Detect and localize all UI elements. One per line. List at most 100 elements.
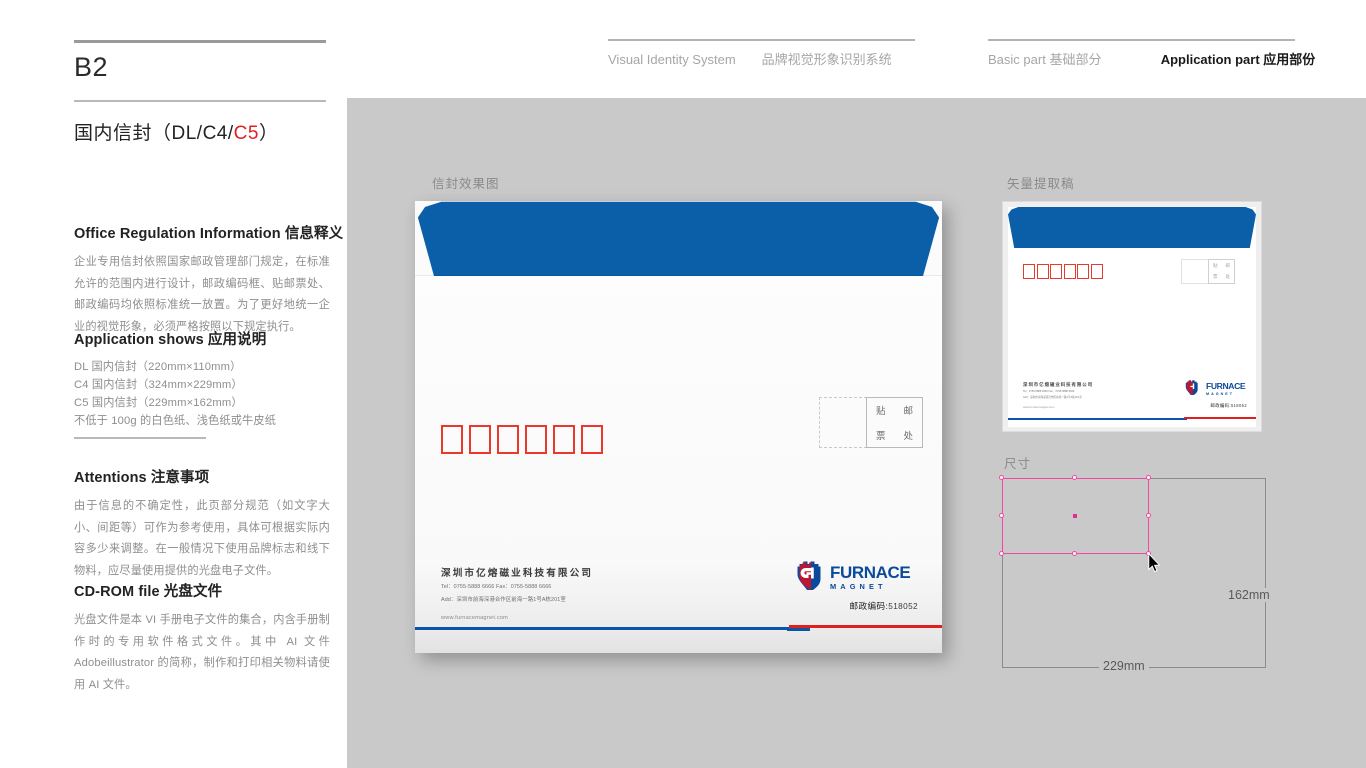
header-rule-right (988, 39, 1295, 41)
envelope-vector-extract: 贴 邮 票 处 深圳市亿熔磁业科技有限公司 Tel：0755-5888 6666… (1002, 201, 1262, 432)
page-code: B2 (74, 52, 109, 82)
bottom-rule-red (1184, 417, 1256, 419)
stamp-char: 邮 (903, 406, 913, 418)
tab-basic-part-cn[interactable]: 基础部分 (1049, 52, 1101, 67)
header-rule-left (608, 39, 915, 41)
company-website: www.furnacemagnet.com (1023, 405, 1055, 410)
page-title-prefix: 国内信封（DL/C4/ (74, 123, 234, 144)
postal-code-box (525, 425, 547, 454)
brand-name-sub: MAGNET (1206, 391, 1234, 396)
brand-name-main: FURNACE (830, 562, 911, 582)
stamp-char: 票 (1212, 274, 1218, 280)
anchor-point[interactable] (1072, 551, 1077, 556)
anchor-point[interactable] (1146, 475, 1151, 480)
header-system-cn: 品牌视觉形象识别系统 (761, 52, 892, 67)
bottom-rule-blue (1008, 418, 1187, 420)
tab-application-part-en[interactable]: Application part (1161, 52, 1260, 67)
postal-code-box (441, 425, 463, 454)
block-heading: Application shows 应用说明 (74, 332, 267, 348)
stamp-char: 票 (875, 430, 886, 442)
label-envelope-mockup: 信封效果图 (432, 177, 500, 191)
brand-name-main: FURNACE (1206, 381, 1246, 392)
company-contact-line-1: Tel：0755-5888 6666 Fax：0755-5888 6666 (441, 584, 552, 590)
stamp-char: 处 (903, 430, 913, 442)
postal-code-box (1077, 264, 1089, 279)
list-item: C4 国内信封（324mm×229mm） (74, 379, 243, 392)
brand-wordmark: FURNACE MAGNET (1206, 381, 1246, 396)
header-system-en: Visual Identity System (608, 52, 736, 67)
stamp-char: 邮 (1225, 262, 1231, 268)
list-item: 不低于 100g 的白色纸、浅色纸或牛皮纸 (74, 415, 277, 428)
vector-postal-code-boxes (1023, 264, 1103, 279)
envelope-mockup: 贴 邮 票 处 深圳市亿熔磁业科技有限公司 Tel：0755-5888 6666… (415, 201, 942, 653)
bottom-rule-red (789, 625, 942, 629)
block-body: 企业专用信封依照国家邮政管理部门规定，在标准允许的范围内进行设计，邮政编码框、贴… (74, 256, 330, 333)
company-contact-line-2: Add：深圳市前海深港合作区前海一路1号A栋201室 (1023, 396, 1082, 400)
brand-wordmark: FURNACE MAGNET (830, 562, 911, 590)
block-body: 光盘文件是本 VI 手册电子文件的集合，内含手册制作时的专用软件格式文件。其中 … (74, 614, 330, 691)
stamp-char: 贴 (1212, 262, 1218, 268)
selection-center-point (1073, 514, 1077, 518)
list-item: C5 国内信封（229mm×162mm） (74, 397, 243, 410)
stamp-guide-dashed (819, 397, 867, 448)
left-info-column: B2 国内信封（DL/C4/C5） Office Regulation Info… (74, 0, 344, 768)
block-heading: CD-ROM file 光盘文件 (74, 584, 223, 600)
zip-code-line: 邮政编码:518052 (1185, 403, 1247, 409)
tab-basic-part-en[interactable]: Basic part (988, 52, 1046, 67)
postal-code-box (497, 425, 519, 454)
top-divider (74, 40, 326, 43)
envelope-fold-line (415, 275, 942, 276)
company-name: 深圳市亿熔磁业科技有限公司 (1023, 382, 1094, 387)
zip-value: 518052 (1230, 403, 1247, 408)
block-body: 由于信息的不确定性，此页部分规范（如文字大小、间距等）可作为参考使用，具体可根据… (74, 500, 330, 577)
page-title-suffix: ） (258, 123, 279, 144)
block-heading: Office Regulation Information 信息释义 (74, 226, 344, 242)
tab-application-part-cn[interactable]: 应用部份 (1263, 52, 1315, 67)
company-name: 深圳市亿熔磁业科技有限公司 (441, 568, 594, 579)
zip-code-line: 邮政编码:518052 (796, 600, 918, 612)
zip-label: 邮政编码: (1210, 403, 1231, 408)
postal-code-box (1063, 264, 1076, 279)
postal-code-box (1050, 264, 1062, 279)
application-spec-list: DL 国内信封（220mm×110mm） C4 国内信封（324mm×229mm… (74, 358, 332, 431)
anchor-point[interactable] (999, 475, 1004, 480)
postal-code-box (469, 425, 491, 454)
bottom-rule-notch (786, 628, 811, 631)
dim-frame-right (1264, 478, 1266, 668)
stamp-affix-box: 贴 邮 票 处 (866, 397, 923, 448)
zip-label: 邮政编码: (849, 601, 889, 611)
company-contact-line-2: Add：深圳市前海深港合作区前海一路1号A栋201室 (441, 596, 566, 603)
bottom-rule-blue (415, 626, 798, 630)
postal-code-box (1023, 264, 1035, 279)
small-divider (74, 437, 206, 439)
dim-label-height: 162mm (1224, 588, 1274, 602)
postal-code-box (581, 425, 603, 454)
vi-manual-page: B2 国内信封（DL/C4/C5） Office Regulation Info… (0, 0, 1366, 768)
anchor-point[interactable] (999, 513, 1004, 518)
info-block-attentions: Attentions 注意事项 由于信息的不确定性，此页部分规范（如文字大小、间… (74, 466, 332, 582)
anchor-point[interactable] (1072, 475, 1077, 480)
anchor-point[interactable] (999, 551, 1004, 556)
postal-code-box (553, 425, 575, 454)
info-block-application-shows: Application shows 应用说明 DL 国内信封（220mm×110… (74, 328, 332, 431)
stamp-char: 处 (1225, 274, 1231, 280)
dim-label-width: 229mm (1099, 659, 1149, 673)
mid-divider (74, 100, 326, 102)
block-heading: Attentions 注意事项 (74, 470, 210, 486)
info-block-cdrom-file: CD-ROM file 光盘文件 光盘文件是本 VI 手册电子文件的集合，内含手… (74, 580, 332, 696)
label-vector-extract: 矢量提取稿 (1007, 177, 1075, 191)
company-website: www.furnacemagnet.com (441, 614, 509, 621)
postal-code-box (1036, 264, 1049, 279)
size-diagram: 229mm 162mm (999, 475, 1274, 673)
zip-value: 518052 (888, 602, 918, 611)
envelope-company-info: 深圳市亿熔磁业科技有限公司 Tel：0755-5888 6666 Fax：075… (441, 565, 593, 621)
vector-stamp-guide (1181, 259, 1208, 284)
vector-brand-logo-lockup: FURNACE MAGNET 邮政编码:518052 (1185, 379, 1247, 409)
artwork-canvas: 信封效果图 矢量提取稿 尺寸 贴 邮 票 处 深圳市亿熔磁业科技有限公司 Tel… (347, 98, 1366, 768)
shield-icon (1185, 379, 1199, 400)
page-title-accent: C5 (233, 123, 259, 144)
info-block-office-regulation: Office Regulation Information 信息释义 企业专用信… (74, 222, 344, 338)
stamp-char: 贴 (875, 406, 886, 418)
anchor-point[interactable] (1146, 513, 1151, 518)
vector-bottom-rule (1008, 417, 1256, 420)
